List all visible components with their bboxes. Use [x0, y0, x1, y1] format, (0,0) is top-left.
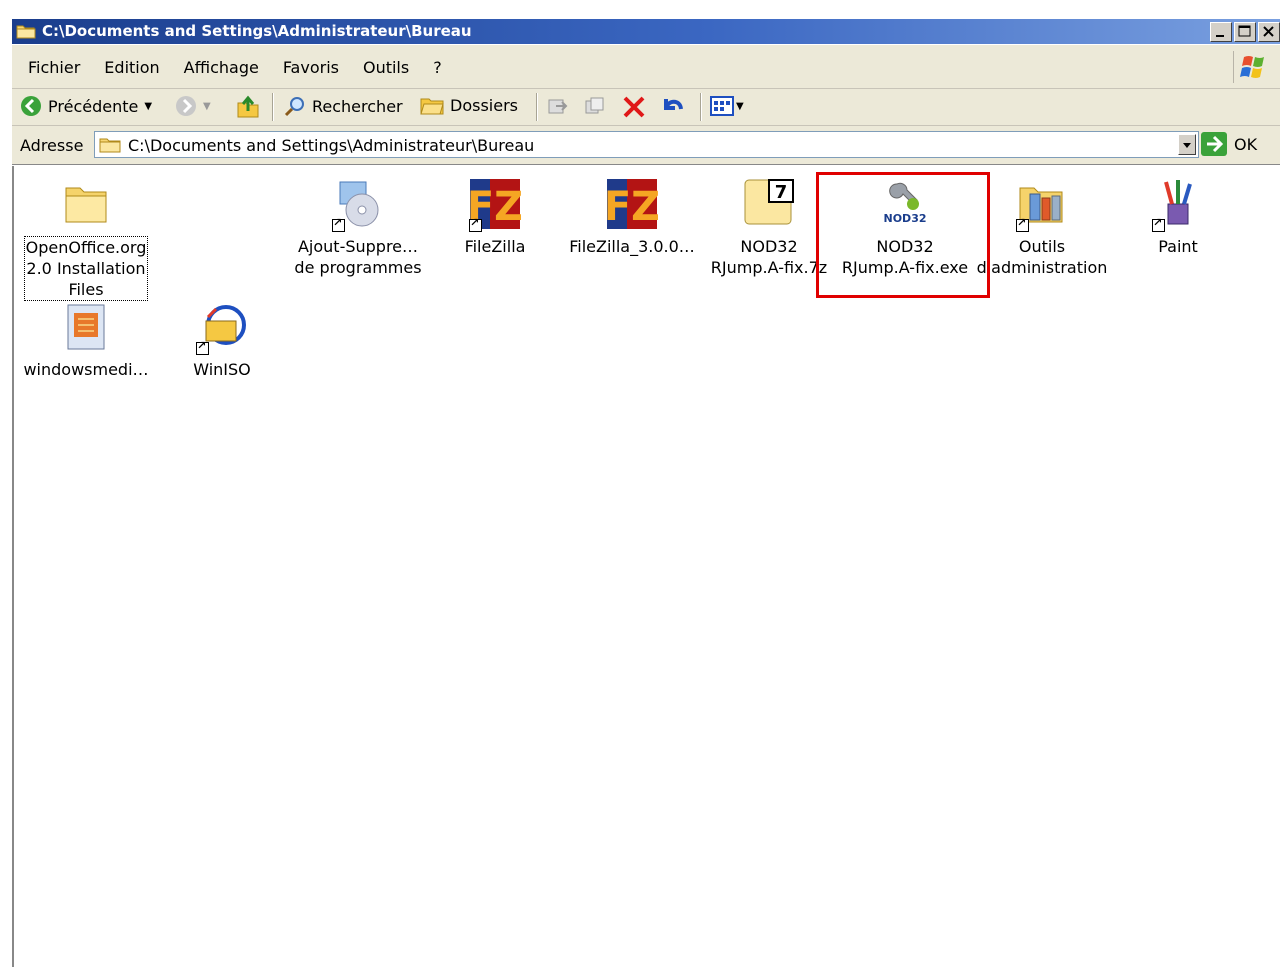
up-folder-icon	[237, 95, 259, 118]
copy-to-icon	[585, 97, 604, 114]
title-bar[interactable]: C:\Documents and Settings\Administrateur…	[12, 19, 1280, 44]
folder-icon	[99, 137, 121, 157]
search-label: Rechercher	[312, 96, 403, 116]
delete-icon	[623, 96, 645, 118]
go-arrow-icon	[1201, 132, 1227, 156]
filezilla-icon: FZ	[467, 178, 523, 234]
paint-icon	[1152, 178, 1204, 234]
undo-icon	[664, 99, 683, 110]
file-label: FileZilla	[464, 237, 526, 256]
back-button[interactable]: Précédente ▼	[20, 95, 152, 117]
chevron-down-icon[interactable]: ▼	[144, 101, 152, 112]
windows-logo-icon	[1233, 51, 1274, 83]
file-item[interactable]: WinISO	[154, 301, 290, 380]
admin-tools-icon	[1016, 178, 1068, 234]
back-arrow-icon	[21, 96, 41, 116]
up-folder-button[interactable]	[236, 95, 260, 119]
window-title: C:\Documents and Settings\Administrateur…	[42, 22, 472, 40]
minimize-button[interactable]	[1210, 22, 1232, 42]
go-label: OK	[1234, 134, 1258, 154]
search-icon	[284, 97, 304, 117]
address-value: C:\Documents and Settings\Administrateur…	[128, 136, 535, 155]
shortcut-arrow-icon	[1016, 216, 1029, 232]
chevron-down-icon[interactable]: ▼	[203, 101, 211, 112]
file-label: NOD32 RJump.A-fix.exe	[841, 237, 969, 277]
svg-text:7: 7	[775, 182, 788, 203]
media-file-icon	[60, 301, 112, 357]
address-dropdown-button[interactable]	[1178, 134, 1196, 155]
folders-label: Dossiers	[450, 95, 518, 115]
shortcut-arrow-icon	[469, 216, 482, 232]
add-remove-programs-icon	[332, 178, 384, 234]
folder-icon	[60, 178, 112, 234]
explorer-window: C:\Documents and Settings\Administrateur…	[0, 0, 1280, 967]
chevron-down-icon	[1183, 143, 1191, 148]
winiso-icon	[196, 301, 248, 357]
file-label: windowsmedi…	[23, 360, 149, 379]
menu-edition[interactable]: Edition	[104, 58, 159, 77]
menu-favoris[interactable]: Favoris	[283, 58, 339, 77]
forward-button[interactable]: ▼	[175, 95, 211, 117]
go-button[interactable]: OK	[1200, 131, 1257, 157]
chevron-down-icon[interactable]: ▼	[736, 101, 744, 112]
file-label: Outils d'administration	[976, 237, 1108, 277]
toolbar: Précédente ▼ ▼ Rechercher Dossiers ▼	[12, 89, 1280, 126]
filezilla-icon: FZ	[604, 178, 660, 234]
menu-help[interactable]: ?	[433, 58, 442, 77]
views-icon	[710, 96, 734, 116]
menu-bar: Fichier Edition Affichage Favoris Outils…	[12, 45, 1280, 89]
back-label: Précédente	[48, 96, 139, 116]
undo-button[interactable]	[660, 95, 684, 117]
file-label: Ajout-Suppre… de programmes	[294, 237, 422, 277]
svg-text:NOD32: NOD32	[884, 212, 927, 225]
folder-icon	[16, 23, 36, 39]
shortcut-arrow-icon	[196, 339, 209, 355]
address-input[interactable]: C:\Documents and Settings\Administrateur…	[94, 131, 1199, 158]
svg-text:FZ: FZ	[606, 184, 658, 230]
views-button[interactable]: ▼	[710, 95, 744, 117]
forward-arrow-icon	[176, 96, 196, 116]
file-item[interactable]: FZ FileZilla	[427, 178, 563, 257]
file-item[interactable]: OpenOffice.org 2.0 Installation Files	[18, 178, 154, 301]
file-label: OpenOffice.org 2.0 Installation Files	[23, 236, 149, 301]
close-button[interactable]	[1258, 22, 1280, 42]
file-item[interactable]: windowsmedi…	[18, 301, 154, 380]
file-item[interactable]: Ajout-Suppre… de programmes	[290, 178, 426, 278]
folders-button[interactable]: Dossiers	[420, 95, 518, 115]
file-item[interactable]: Paint	[1110, 178, 1246, 257]
menu-affichage[interactable]: Affichage	[184, 58, 259, 77]
shortcut-arrow-icon	[332, 216, 345, 232]
file-item[interactable]: NOD32 NOD32 RJump.A-fix.exe	[837, 178, 973, 278]
file-label: Paint	[1158, 237, 1198, 256]
copy-to-button[interactable]	[584, 95, 606, 117]
file-item[interactable]: FZ FileZilla_3.0.0…	[564, 178, 700, 257]
move-to-button[interactable]	[546, 95, 568, 117]
file-item[interactable]: 7 NOD32 RJump.A-fix.7z	[701, 178, 837, 278]
search-button[interactable]: Rechercher	[284, 95, 403, 117]
menu-outils[interactable]: Outils	[363, 58, 409, 77]
address-bar: Adresse C:\Documents and Settings\Admini…	[12, 126, 1280, 165]
file-list-area[interactable]: OpenOffice.org 2.0 Installation Files Aj…	[12, 166, 1280, 967]
delete-button[interactable]	[622, 95, 646, 119]
maximize-button[interactable]	[1234, 22, 1256, 42]
folders-icon	[420, 98, 444, 115]
7z-archive-icon: 7	[743, 178, 795, 234]
menu-fichier[interactable]: Fichier	[28, 58, 80, 77]
address-label: Adresse	[20, 136, 84, 155]
file-item[interactable]: Outils d'administration	[974, 178, 1110, 278]
file-label: WinISO	[193, 360, 251, 379]
nod32-icon: NOD32	[879, 178, 931, 234]
file-label: FileZilla_3.0.0…	[569, 237, 695, 256]
file-label: NOD32 RJump.A-fix.7z	[710, 237, 828, 277]
shortcut-arrow-icon	[1152, 216, 1165, 232]
move-to-icon	[548, 99, 568, 114]
